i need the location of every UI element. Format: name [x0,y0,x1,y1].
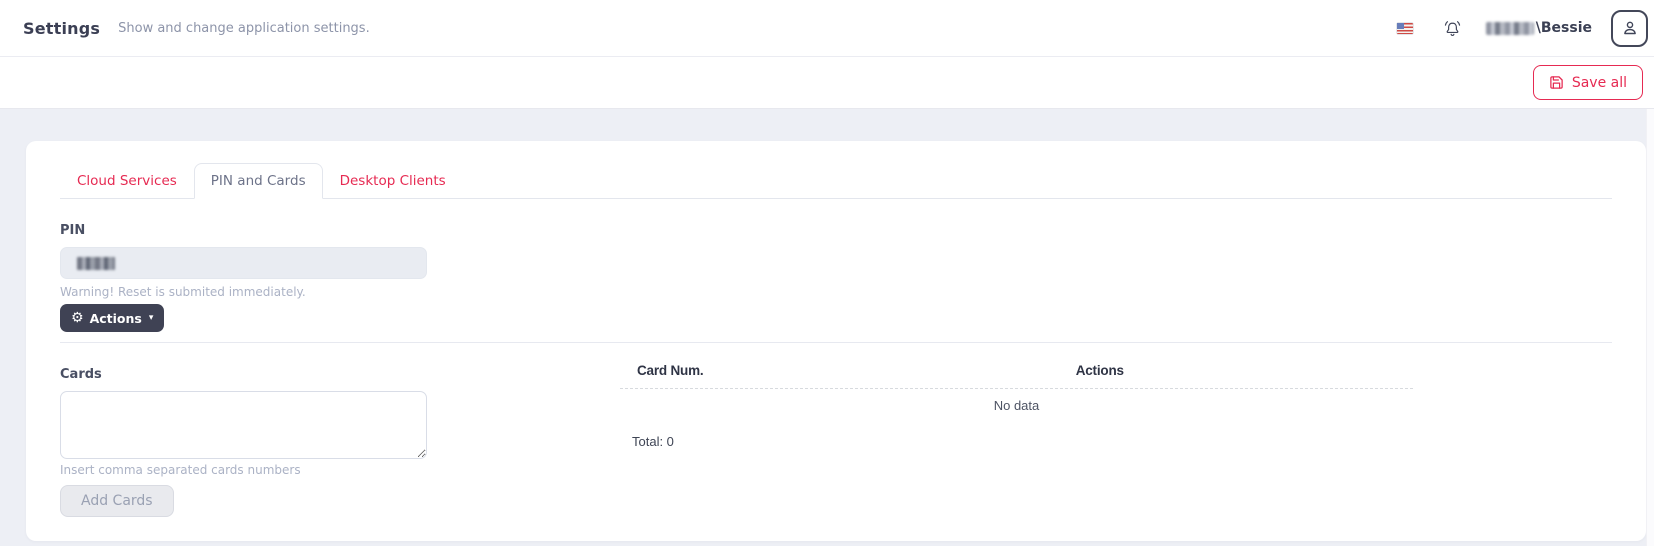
pin-section: PIN Warning! Reset is submited immediate… [60,223,1612,332]
user-name: \Bessie [1536,20,1592,36]
user-domain-redacted [1486,22,1534,35]
column-header-card-num: Card Num. [620,363,787,378]
tab-label: PIN and Cards [211,173,306,189]
app-header: Settings Show and change application set… [0,0,1654,57]
cards-hint-text: Insert comma separated cards numbers [60,463,560,477]
header-right-cluster: \Bessie [1397,10,1648,47]
tab-pin-and-cards[interactable]: PIN and Cards [194,163,323,199]
tab-desktop-clients[interactable]: Desktop Clients [323,163,463,199]
logged-in-user: \Bessie [1486,20,1592,36]
tab-cloud-services[interactable]: Cloud Services [60,163,194,199]
column-header-actions: Actions [787,363,1413,378]
tab-label: Cloud Services [77,173,177,189]
cards-table-header: Card Num. Actions [620,353,1413,389]
pin-input[interactable] [60,247,427,279]
table-empty-state: No data [620,389,1413,422]
language-flag-icon[interactable] [1397,23,1413,34]
gear-icon: ⚙ [71,311,84,325]
profile-menu-button[interactable] [1611,10,1648,47]
cards-form-column: Cards Insert comma separated cards numbe… [60,343,560,517]
person-icon [1620,18,1640,38]
tab-label: Desktop Clients [340,173,446,189]
pin-actions-dropdown-button[interactable]: ⚙ Actions ▾ [60,304,164,332]
page-subtitle: Show and change application settings. [118,21,370,36]
settings-tabbar: Cloud Services PIN and Cards Desktop Cli… [60,141,1612,199]
save-all-button[interactable]: Save all [1533,65,1643,100]
cards-table: Card Num. Actions No data Total: 0 [620,353,1413,517]
add-cards-button[interactable]: Add Cards [60,485,174,517]
pin-masked-value [77,257,115,270]
floppy-disk-icon [1549,75,1564,90]
pin-warning-text: Warning! Reset is submited immediately. [60,285,1612,299]
pin-label: PIN [60,223,1612,238]
actions-label: Actions [90,311,142,326]
cards-label: Cards [60,367,560,382]
settings-card: Cloud Services PIN and Cards Desktop Cli… [26,141,1646,541]
cards-input[interactable] [60,391,427,459]
save-all-label: Save all [1572,75,1627,91]
actions-toolbar: Save all [0,57,1654,109]
chevron-down-icon: ▾ [149,314,154,323]
main-content: Cloud Services PIN and Cards Desktop Cli… [0,109,1654,546]
table-total: Total: 0 [620,434,1413,449]
cards-section: Cards Insert comma separated cards numbe… [60,343,1612,517]
bell-icon [1443,18,1462,39]
scrollbar-track[interactable] [1646,109,1654,546]
notifications-button[interactable] [1443,18,1462,39]
page-title: Settings [23,19,100,38]
